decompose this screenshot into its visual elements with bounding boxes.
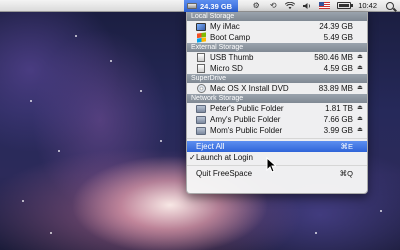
volume-size: 3.99 GB [323,126,353,135]
eject-icon[interactable]: ⏏ [353,83,367,94]
menu-divider [187,138,367,139]
disk-icon [187,3,197,9]
star [50,232,52,234]
keyboard-shortcut: ⌘Q [339,169,353,178]
volume-name: Amy's Public Folder [210,115,281,124]
network-folder-icon [196,104,206,113]
star [380,210,382,212]
section-header-network-storage: Network Storage [187,94,367,103]
star [58,150,60,152]
usb-drive-icon [196,53,206,62]
volume-size: 580.46 MB [314,53,353,62]
volume-row-install-dvd[interactable]: Mac OS X Install DVD 83.89 MB ⏏ [187,83,367,94]
network-folder-icon [196,115,206,124]
quit-freespace-menu-item[interactable]: Quit FreeSpace ⌘Q [187,168,367,179]
freespace-dropdown-menu: Local Storage My iMac 24.39 GB Boot Camp… [186,12,368,194]
gear-icon[interactable]: ⚙ [251,1,261,10]
time-machine-icon[interactable]: ⟲ [268,1,278,10]
eject-icon[interactable]: ⏏ [353,63,367,74]
dvd-icon [196,84,206,93]
volume-row-my-imac[interactable]: My iMac 24.39 GB [187,21,367,32]
freespace-menu-extra[interactable]: 24.39 GB [184,0,238,12]
battery-icon[interactable] [337,2,354,9]
bootcamp-icon [196,32,206,43]
star [315,232,317,234]
imac-icon [196,22,206,31]
volume-row-moms-public-folder[interactable]: Mom's Public Folder 3.99 GB ⏏ [187,125,367,136]
eject-icon[interactable]: ⏏ [353,103,367,114]
star [75,35,77,37]
volume-name: USB Thumb [210,53,254,62]
section-header-external-storage: External Storage [187,43,367,52]
eject-all-menu-item[interactable]: Eject All ⌘E [187,141,367,152]
volume-size: 5.49 GB [323,33,353,42]
spotlight-icon[interactable] [386,1,394,10]
volume-size: 7.66 GB [323,115,353,124]
volume-row-usb-thumb[interactable]: USB Thumb 580.46 MB ⏏ [187,52,367,63]
star [30,100,32,102]
volume-icon[interactable] [302,1,312,10]
star [140,90,142,92]
volume-name: Micro SD [210,64,243,73]
volume-row-amys-public-folder[interactable]: Amy's Public Folder 7.66 GB ⏏ [187,114,367,125]
eject-icon[interactable]: ⏏ [353,125,367,136]
checkmark-icon: ✓ [189,153,196,162]
menu-divider [187,165,367,166]
eject-icon[interactable]: ⏏ [353,114,367,125]
volume-name: Boot Camp [210,33,251,42]
section-header-superdrive: SuperDrive [187,74,367,83]
mouse-pointer-icon [266,157,276,173]
keyboard-shortcut: ⌘E [340,142,353,151]
wifi-icon[interactable] [285,1,296,10]
volume-name: Mac OS X Install DVD [210,84,289,93]
eject-icon[interactable]: ⏏ [353,52,367,63]
star [22,200,24,202]
volume-row-peters-public-folder[interactable]: Peter's Public Folder 1.81 TB ⏏ [187,103,367,114]
volume-name: My iMac [210,22,240,31]
freespace-value: 24.39 GB [200,1,233,11]
section-header-local-storage: Local Storage [187,12,367,21]
volume-size: 4.59 GB [323,64,353,73]
menu-item-label: Eject All [196,142,225,151]
us-flag-icon[interactable] [319,2,331,9]
volume-size: 83.89 MB [318,84,353,93]
volume-name: Mom's Public Folder [210,126,283,135]
star [160,140,162,142]
network-folder-icon [196,126,206,135]
volume-row-micro-sd[interactable]: Micro SD 4.59 GB ⏏ [187,63,367,74]
sd-card-icon [196,64,206,73]
volume-size: 24.39 GB [319,22,353,31]
menu-bar: 24.39 GB ⚙ ⟲ 10:42 [0,0,400,12]
launch-at-login-menu-item[interactable]: ✓ Launch at Login [187,152,367,163]
volume-size: 1.81 TB [325,104,353,113]
volume-row-boot-camp[interactable]: Boot Camp 5.49 GB [187,32,367,43]
star [110,60,112,62]
volume-name: Peter's Public Folder [210,104,284,113]
clock[interactable]: 10:42 [358,1,377,10]
